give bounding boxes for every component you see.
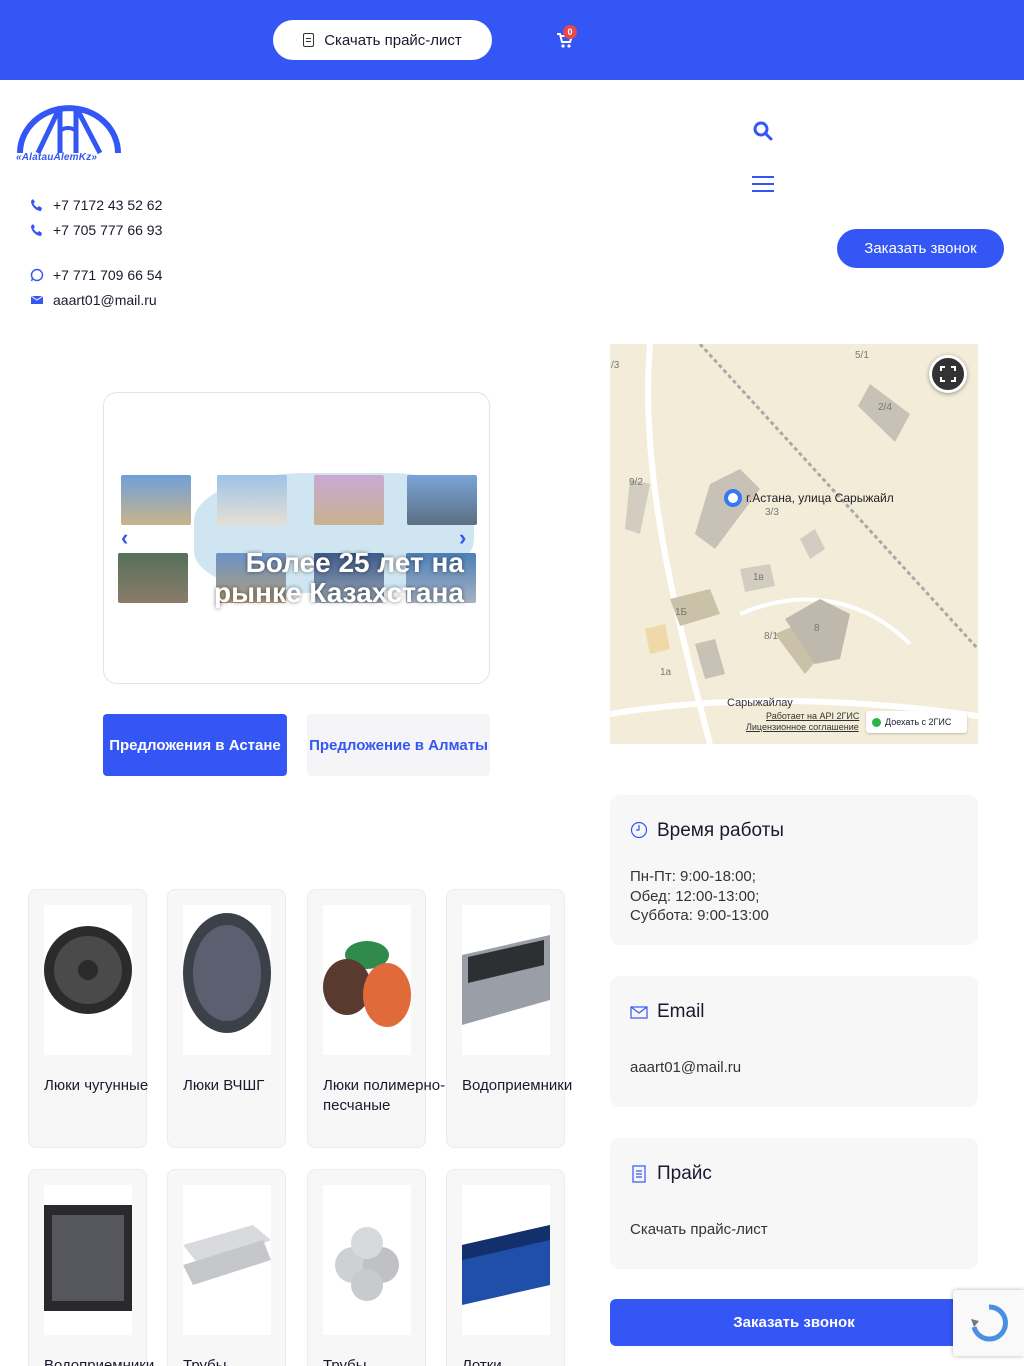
product-card[interactable]: Люки полимерно-песчаные — [307, 889, 445, 1148]
hours-line: Суббота: 9:00-13:00 — [630, 907, 769, 924]
tree-icon — [872, 717, 881, 727]
document-icon — [303, 33, 315, 47]
product-label: Трубы — [323, 1357, 367, 1366]
cart-count-badge: 0 — [563, 25, 577, 39]
envelope-icon — [630, 1006, 648, 1019]
map-label: 8 — [814, 623, 820, 634]
product-label: Водоприемники — [44, 1357, 155, 1366]
slider-next-icon[interactable]: › — [459, 527, 473, 549]
product-card[interactable]: Трубы — [167, 1169, 286, 1366]
slider-prev-icon[interactable]: ‹ — [121, 527, 135, 549]
location-map[interactable]: 5/1 2/4 9/2 3/3 1в 1Б 8/1 8 1а /3 г.Аста… — [610, 344, 978, 744]
pipes-image — [183, 1185, 271, 1335]
map-api-link[interactable]: Работает на API 2ГИС — [766, 711, 859, 721]
menu-icon[interactable] — [752, 176, 774, 192]
map-label: 8/1 — [764, 631, 778, 642]
recaptcha-icon — [971, 1304, 1008, 1342]
product-card[interactable]: Лотки — [446, 1169, 565, 1366]
drain-grate-image — [44, 1185, 132, 1335]
top-bar — [0, 0, 1024, 80]
route-label: Доехать с 2ГИС — [885, 717, 952, 727]
document-icon — [632, 1165, 646, 1183]
map-label: 9/2 — [629, 477, 643, 488]
product-label: Люки чугунные — [44, 1077, 149, 1094]
hours-line: Обед: 12:00-13:00; — [630, 888, 760, 905]
map-label: 1а — [660, 667, 672, 678]
manhole-ductile-iron-image — [183, 905, 271, 1055]
product-label: Трубы — [183, 1357, 227, 1366]
clock-icon — [630, 821, 648, 839]
order-call-footer-button[interactable]: Заказать звонок — [610, 1299, 978, 1346]
price-download-link[interactable]: Скачать прайс-лист — [630, 1220, 768, 1240]
drain-inlet-image — [462, 905, 550, 1055]
city-photo — [118, 553, 188, 603]
mail-icon — [30, 295, 44, 304]
city-photo — [407, 475, 477, 525]
route-2gis-button[interactable]: Доехать с 2ГИС — [866, 711, 967, 733]
contact-text: +7 771 709 66 54 — [53, 267, 163, 283]
contact-text: +7 705 777 66 93 — [53, 222, 163, 238]
working-hours-title: Время работы — [657, 820, 784, 841]
map-canvas — [610, 344, 978, 744]
trays-image — [462, 1185, 550, 1335]
price-card: Прайс Скачать прайс-лист — [610, 1138, 978, 1269]
city-photo — [121, 475, 191, 525]
offers-astana-button[interactable]: Предложения в Астане — [103, 714, 287, 776]
contact-text: +7 7172 43 52 62 — [53, 197, 163, 213]
contact-text: aaart01@mail.ru — [53, 292, 157, 308]
download-price-button[interactable]: Скачать прайс-лист — [273, 20, 492, 60]
download-price-label: Скачать прайс-лист — [324, 31, 462, 49]
product-card[interactable]: Трубы — [307, 1169, 426, 1366]
email-card: Email aaart01@mail.ru — [610, 976, 978, 1107]
city-photo — [217, 475, 287, 525]
map-street-label: Сарыжайлау — [727, 697, 793, 709]
manhole-cast-iron-image — [44, 905, 132, 1055]
contact-phone-1[interactable]: +7 7172 43 52 62 — [30, 197, 162, 213]
city-photo — [314, 475, 384, 525]
product-label: Водоприемники — [462, 1077, 573, 1094]
contact-whatsapp[interactable]: +7 771 709 66 54 — [30, 267, 162, 283]
offers-almaty-button[interactable]: Предложение в Алматы — [307, 714, 490, 776]
email-value[interactable]: aaart01@mail.ru — [630, 1058, 741, 1078]
product-card[interactable]: Люки ВЧШГ — [167, 889, 286, 1148]
hero-slider: Более 25 лет на рынке Казахстана ‹ › — [103, 392, 490, 684]
logo-text: «AlatauAlemKz» — [16, 152, 98, 163]
hours-line: Пн-Пт: 9:00-18:00; — [630, 868, 756, 885]
map-label: 1в — [753, 572, 764, 583]
map-address: г.Астана, улица Сарыжайл — [746, 491, 894, 505]
phone-icon — [31, 224, 42, 236]
map-label: 1Б — [675, 607, 688, 618]
map-license-link[interactable]: Лицензионное соглашение — [746, 722, 859, 732]
product-card[interactable]: Водоприемники — [446, 889, 572, 1148]
email-title: Email — [657, 1001, 705, 1022]
contact-phone-2[interactable]: +7 705 777 66 93 — [30, 222, 162, 238]
fullscreen-icon[interactable] — [929, 355, 967, 393]
product-label: Люки ВЧШГ — [183, 1077, 265, 1094]
search-icon[interactable] — [753, 121, 773, 141]
map-marker-icon[interactable] — [724, 489, 742, 507]
concrete-pipes-image — [323, 1185, 411, 1335]
phone-icon — [31, 199, 42, 211]
map-label: 3/3 — [765, 507, 779, 518]
product-card[interactable]: Люки чугунные — [28, 889, 148, 1148]
contact-email[interactable]: aaart01@mail.ru — [30, 292, 157, 308]
whatsapp-icon — [30, 268, 44, 282]
product-label: Люки полимерно-песчаные — [323, 1077, 446, 1114]
recaptcha-badge[interactable] — [953, 1290, 1024, 1356]
map-label: /3 — [611, 360, 620, 371]
manhole-polymer-image — [323, 905, 411, 1055]
working-hours-card: Время работы Пн-Пт: 9:00-18:00; Обед: 12… — [610, 795, 978, 945]
slider-caption: Более 25 лет на рынке Казахстана — [214, 547, 464, 608]
order-call-button[interactable]: Заказать звонок — [837, 229, 1004, 268]
product-card[interactable]: Водоприемники — [28, 1169, 154, 1366]
map-label: 5/1 — [855, 350, 869, 361]
product-label: Лотки — [462, 1357, 502, 1366]
map-label: 2/4 — [878, 402, 892, 413]
price-title: Прайс — [657, 1163, 712, 1184]
